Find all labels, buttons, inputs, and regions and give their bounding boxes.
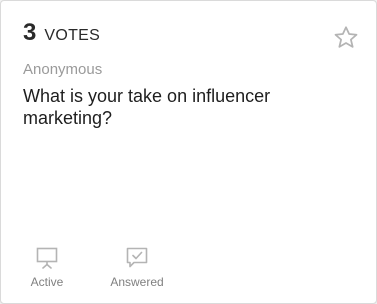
vote-count-number: 3 <box>23 19 37 46</box>
chat-check-icon <box>126 247 148 268</box>
question-text: What is your take on influencer marketin… <box>23 86 271 128</box>
answered-label: Answered <box>110 275 164 289</box>
active-button[interactable]: Active <box>29 247 65 289</box>
question-card: 3 VOTES Anonymous What is your take on i… <box>0 0 377 304</box>
presentation-board-icon <box>36 247 58 269</box>
vote-count: 3 VOTES <box>23 19 100 47</box>
star-icon[interactable] <box>332 24 360 52</box>
vote-count-label: VOTES <box>44 27 101 44</box>
author-name: Anonymous <box>23 61 103 78</box>
active-label: Active <box>30 275 64 289</box>
answered-button[interactable]: Answered <box>109 247 165 289</box>
